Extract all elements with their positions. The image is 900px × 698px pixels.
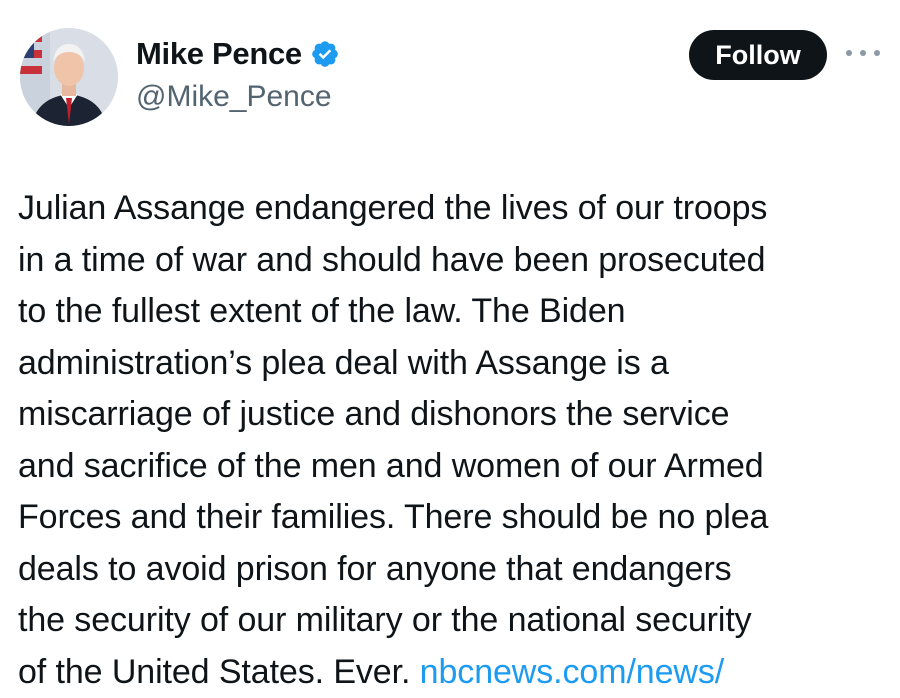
tweet-last-line: of the United States. Ever. nbcnews.com/… — [18, 647, 888, 698]
more-options-icon[interactable] — [846, 44, 880, 62]
tweet-line: Forces and their families. There should … — [18, 492, 888, 544]
tweet-line: administration’s plea deal with Assange … — [18, 338, 888, 390]
verified-badge-icon — [310, 39, 340, 69]
follow-button[interactable]: Follow — [689, 30, 827, 80]
tweet-text: Julian Assange endangered the lives of o… — [18, 183, 888, 698]
tweet-line: in a time of war and should have been pr… — [18, 235, 888, 287]
tweet-line-text: of the United States. Ever. — [18, 653, 410, 691]
more-dot — [860, 50, 866, 56]
tweet-link[interactable]: nbcnews.com/news/ — [420, 653, 724, 691]
user-handle[interactable]: @Mike_Pence — [136, 80, 332, 114]
more-dot — [846, 50, 852, 56]
tweet-line: deals to avoid prison for anyone that en… — [18, 544, 888, 596]
tweet-line: Julian Assange endangered the lives of o… — [18, 183, 888, 235]
profile-photo-icon — [20, 28, 118, 126]
author-name-row: Mike Pence — [136, 36, 340, 72]
tweet-line: miscarriage of justice and dishonors the… — [18, 389, 888, 441]
avatar[interactable] — [20, 28, 118, 126]
tweet-line: the security of our military or the nati… — [18, 595, 888, 647]
tweet-line: and sacrifice of the men and women of ou… — [18, 441, 888, 493]
more-dot — [874, 50, 880, 56]
display-name[interactable]: Mike Pence — [136, 36, 302, 72]
tweet-line: to the fullest extent of the law. The Bi… — [18, 286, 888, 338]
